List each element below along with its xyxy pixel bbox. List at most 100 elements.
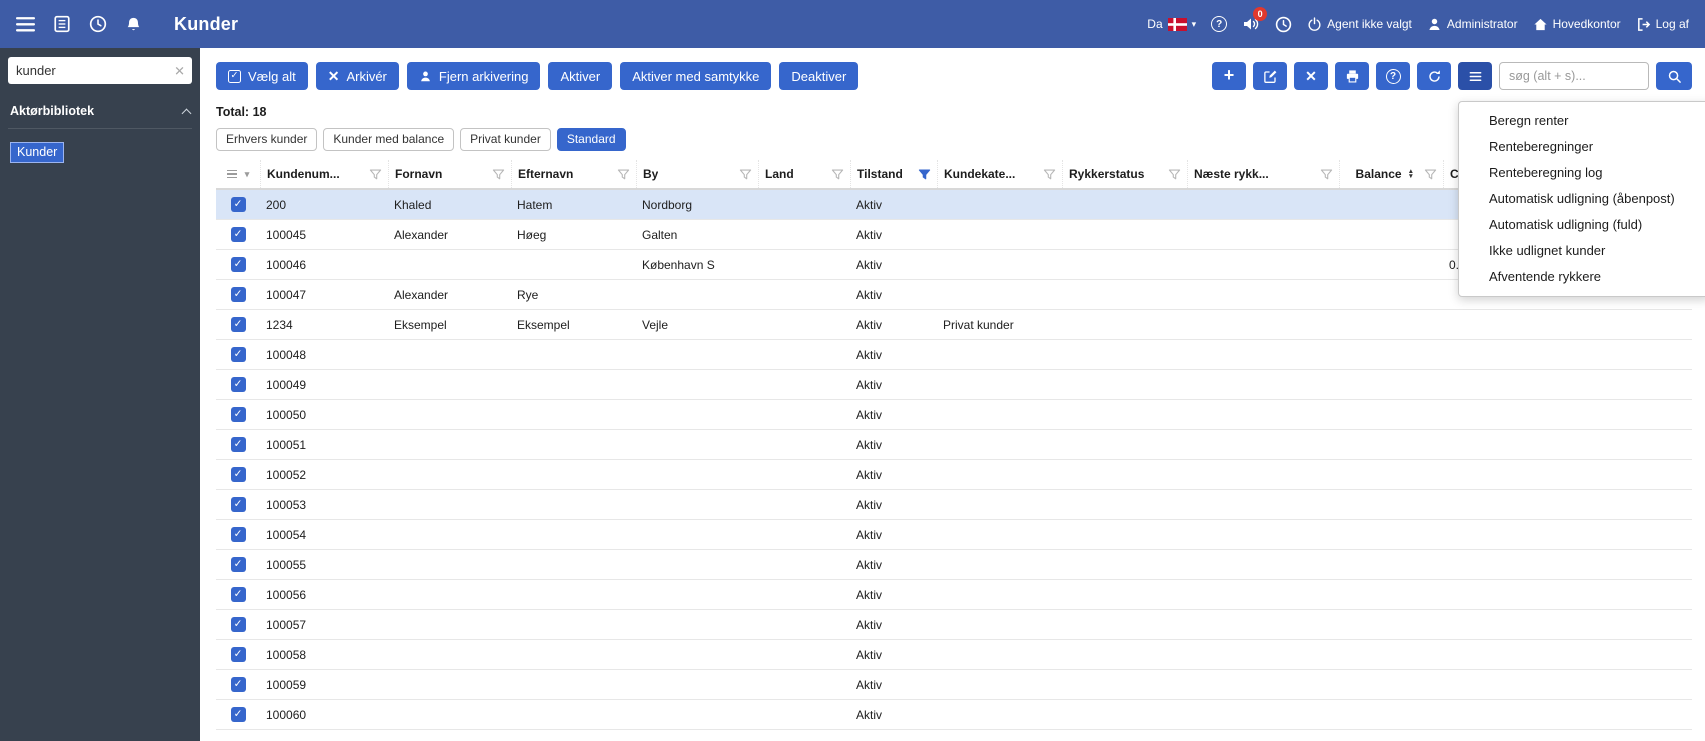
menu-item-afventende-rykkere[interactable]: Afventende rykkere (1459, 264, 1705, 290)
row-checkbox[interactable]: ✓ (216, 700, 260, 729)
row-checkbox[interactable]: ✓ (216, 430, 260, 459)
table-row[interactable]: ✓ 100058 Aktiv (216, 640, 1692, 670)
menu-button[interactable] (1458, 62, 1492, 90)
table-row[interactable]: ✓ 100057 Aktiv (216, 610, 1692, 640)
table-row[interactable]: ✓ 100060 Aktiv (216, 700, 1692, 730)
column-header-kundenummer[interactable]: Kundenum... (260, 160, 388, 188)
action-button-vælg-alt[interactable]: ✓ Vælg alt (216, 62, 308, 90)
agent-selector[interactable]: Agent ikke valgt (1307, 16, 1412, 32)
column-header-efternavn[interactable]: Efternavn (511, 160, 636, 188)
filter-icon-rykkerstatus[interactable] (1168, 168, 1181, 181)
history-clock-icon[interactable] (89, 15, 107, 33)
hamburger-menu-icon[interactable] (16, 16, 35, 32)
clear-search-icon[interactable]: ✕ (174, 64, 185, 77)
filter-chip-standard[interactable]: Standard (556, 128, 626, 151)
table-row[interactable]: ✓ 100052 Aktiv (216, 460, 1692, 490)
table-search-input[interactable] (1499, 62, 1649, 90)
cell-tilstand: Aktiv (856, 377, 883, 392)
column-header-tilstand[interactable]: Tilstand (850, 160, 937, 188)
menu-item-automatisk-udligning-åbenpost[interactable]: Automatisk udligning (åbenpost) (1459, 186, 1705, 212)
column-header-naeste_rykker[interactable]: Næste rykk... (1187, 160, 1339, 188)
table-row[interactable]: ✓ 100051 Aktiv (216, 430, 1692, 460)
row-checkbox[interactable]: ✓ (216, 280, 260, 309)
filter-icon-by[interactable] (739, 168, 752, 181)
select-all-header[interactable]: ▾ (216, 160, 260, 188)
row-checkbox[interactable]: ✓ (216, 310, 260, 339)
column-header-fornavn[interactable]: Fornavn (388, 160, 511, 188)
filter-icon-balance[interactable] (1424, 168, 1437, 181)
journal-icon[interactable] (53, 15, 71, 33)
menu-item-renteberegninger[interactable]: Renteberegninger (1459, 134, 1705, 160)
table-row[interactable]: ✓ 100056 Aktiv (216, 580, 1692, 610)
filter-icon-land[interactable] (831, 168, 844, 181)
column-header-rykkerstatus[interactable]: Rykkerstatus (1062, 160, 1187, 188)
clock-icon[interactable] (1275, 16, 1292, 33)
column-header-kundekategori[interactable]: Kundekate... (937, 160, 1062, 188)
filter-icon-tilstand[interactable] (918, 168, 931, 181)
sidebar-search-input[interactable] (8, 57, 192, 84)
action-button-aktiver-med-samtykke[interactable]: Aktiver med samtykke (620, 62, 772, 90)
filter-icon-fornavn[interactable] (492, 168, 505, 181)
filter-icon-naeste_rykker[interactable] (1320, 168, 1333, 181)
filter-chip-erhvers-kunder[interactable]: Erhvers kunder (216, 128, 318, 151)
row-checkbox[interactable]: ✓ (216, 370, 260, 399)
filter-chip-privat-kunder[interactable]: Privat kunder (460, 128, 551, 151)
cell-rykkerstatus (1062, 520, 1187, 549)
action-button-arkiv-r[interactable]: ✕ Arkivér (315, 62, 399, 90)
help-icon[interactable]: ? (1211, 16, 1228, 32)
action-button-label: Aktiver med samtykke (632, 68, 760, 84)
add-button[interactable]: + (1212, 62, 1246, 90)
row-checkbox[interactable]: ✓ (216, 460, 260, 489)
table-row[interactable]: ✓ 100049 Aktiv (216, 370, 1692, 400)
print-button[interactable] (1335, 62, 1369, 90)
menu-item-renteberegning-log[interactable]: Renteberegning log (1459, 160, 1705, 186)
row-checkbox[interactable]: ✓ (216, 490, 260, 519)
sort-icon[interactable]: ▲ ▼ (1408, 168, 1414, 180)
sidebar-section-header[interactable]: Aktørbibliotek (8, 104, 192, 129)
row-checkbox[interactable]: ✓ (216, 580, 260, 609)
table-row[interactable]: ✓ 100053 Aktiv (216, 490, 1692, 520)
row-checkbox[interactable]: ✓ (216, 670, 260, 699)
action-button-deaktiver[interactable]: Deaktiver (779, 62, 859, 90)
row-checkbox[interactable]: ✓ (216, 520, 260, 549)
action-button-fjern-arkivering[interactable]: Fjern arkivering (406, 62, 541, 90)
row-checkbox[interactable]: ✓ (216, 190, 260, 219)
table-row[interactable]: ✓ 1234 Eksempel Eksempel Vejle Aktiv Privat ku… (216, 310, 1692, 340)
row-checkbox[interactable]: ✓ (216, 250, 260, 279)
search-button[interactable] (1656, 62, 1692, 90)
row-checkbox[interactable]: ✓ (216, 640, 260, 669)
sound-icon[interactable]: 0 (1242, 7, 1268, 32)
language-selector[interactable]: Da ▾ (1147, 17, 1196, 31)
logout-button[interactable]: Log af (1636, 17, 1689, 32)
column-header-by[interactable]: By (636, 160, 758, 188)
action-button-aktiver[interactable]: Aktiver (548, 62, 613, 90)
column-header-land[interactable]: Land (758, 160, 850, 188)
filter-icon-efternavn[interactable] (617, 168, 630, 181)
filter-icon-kundekategori[interactable] (1043, 168, 1056, 181)
menu-item-beregn-renter[interactable]: Beregn renter (1459, 108, 1705, 134)
office-menu[interactable]: Hovedkontor (1533, 17, 1621, 32)
row-checkbox[interactable]: ✓ (216, 550, 260, 579)
row-checkbox[interactable]: ✓ (216, 220, 260, 249)
row-checkbox[interactable]: ✓ (216, 610, 260, 639)
menu-item-ikke-udlignet-kunder[interactable]: Ikke udlignet kunder (1459, 238, 1705, 264)
sidebar-item-kunder[interactable]: Kunder (10, 142, 65, 163)
info-button[interactable]: ? (1376, 62, 1410, 90)
column-header-balance[interactable]: Balance ▲ ▼ (1339, 160, 1443, 188)
table-row[interactable]: ✓ 100055 Aktiv (216, 550, 1692, 580)
cell-c (1443, 700, 1692, 729)
bell-icon[interactable] (125, 16, 142, 33)
row-checkbox[interactable]: ✓ (216, 340, 260, 369)
filter-chip-kunder-med-balance[interactable]: Kunder med balance (323, 128, 455, 151)
filter-icon-kundenummer[interactable] (369, 168, 382, 181)
edit-button[interactable] (1253, 62, 1287, 90)
table-row[interactable]: ✓ 100059 Aktiv (216, 670, 1692, 700)
table-row[interactable]: ✓ 100050 Aktiv (216, 400, 1692, 430)
refresh-button[interactable] (1417, 62, 1451, 90)
menu-item-automatisk-udligning-fuld[interactable]: Automatisk udligning (fuld) (1459, 212, 1705, 238)
table-row[interactable]: ✓ 100048 Aktiv (216, 340, 1692, 370)
user-menu[interactable]: Administrator (1427, 17, 1518, 32)
table-row[interactable]: ✓ 100054 Aktiv (216, 520, 1692, 550)
remove-button[interactable]: ✕ (1294, 62, 1328, 90)
row-checkbox[interactable]: ✓ (216, 400, 260, 429)
